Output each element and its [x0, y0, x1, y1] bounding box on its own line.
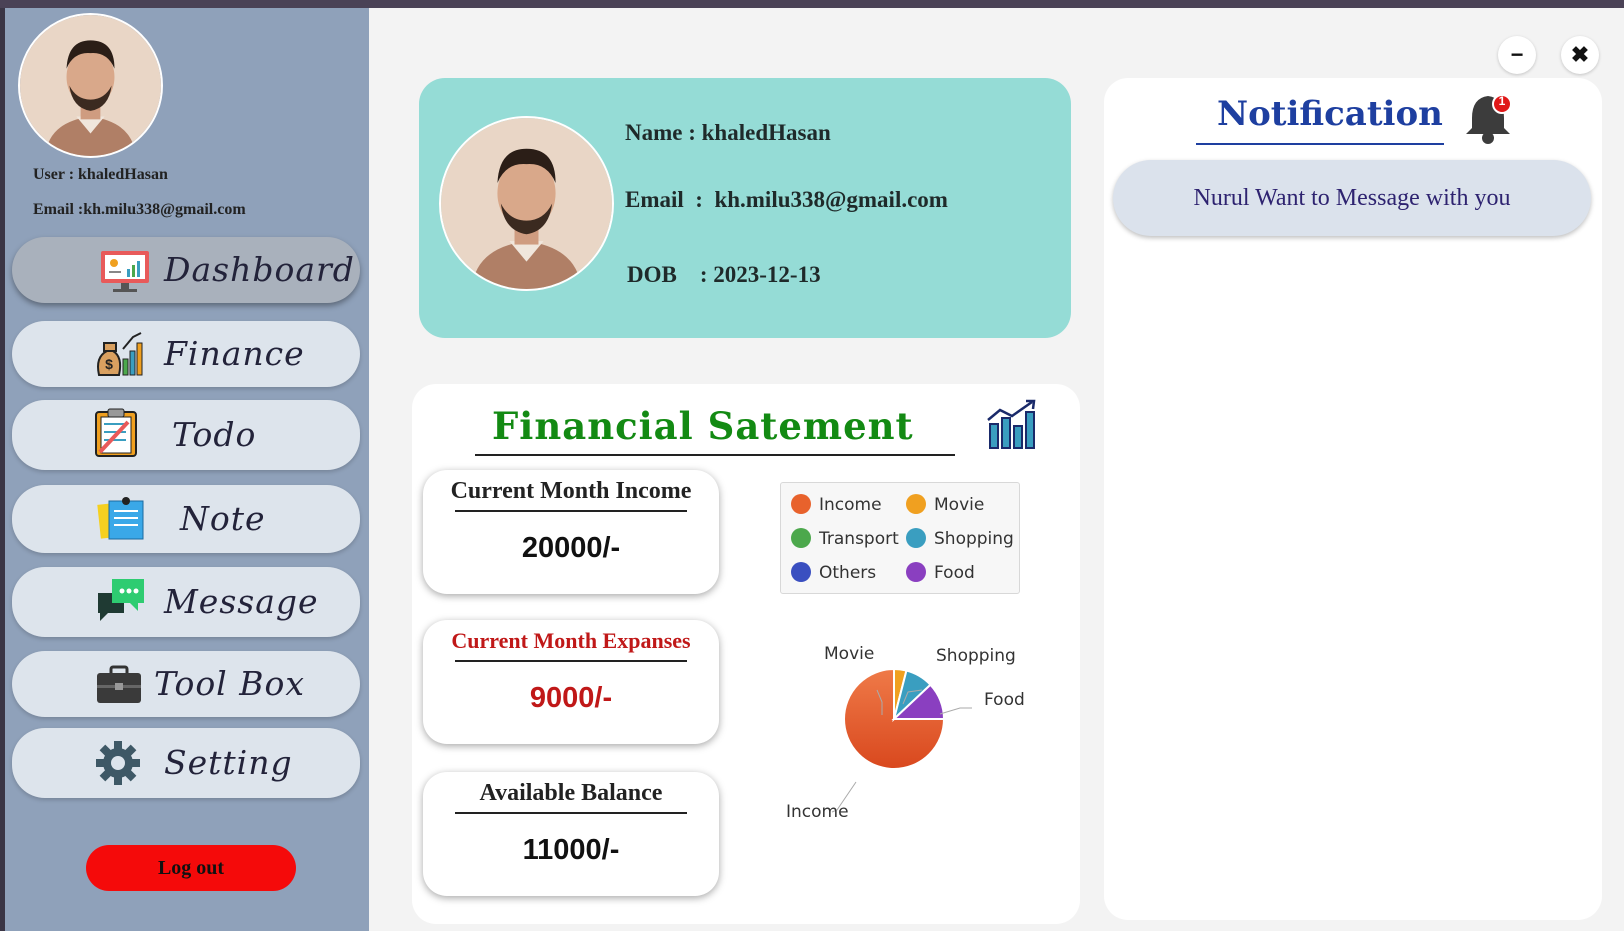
profile-photo [441, 118, 612, 289]
logout-button[interactable]: Log out [86, 845, 296, 891]
sidebar-item-label: Setting [164, 743, 293, 782]
todo-icon [90, 408, 142, 458]
close-button[interactable]: ✖ [1561, 36, 1599, 74]
profile-email: Email : kh.milu338@gmail.com [625, 187, 948, 212]
sidebar-item-dashboard[interactable]: Dashboard [12, 237, 360, 303]
profile-card: Name : khaledHasan Email : kh.milu338@gm… [419, 78, 1071, 338]
pie-label-movie: Movie [824, 644, 875, 664]
notification-item[interactable]: Nurul Want to Message with you [1113, 160, 1591, 236]
sidebar-item-toolbox[interactable]: Tool Box [12, 651, 360, 717]
toolbox-icon [93, 659, 145, 709]
title-bar [0, 0, 1624, 8]
profile-name: Name : khaledHasan [625, 120, 831, 145]
sidebar-item-todo[interactable]: Todo [12, 400, 360, 470]
pie-label-income: Income [786, 802, 849, 822]
note-icon [97, 493, 149, 543]
finance-icon: $ [93, 329, 145, 379]
svg-text:$: $ [105, 356, 113, 372]
sidebar-item-label: Message [164, 582, 319, 621]
avatar [439, 116, 614, 291]
profile-photo [20, 15, 161, 156]
financial-statement-panel: Financial Satement Current Month Income … [412, 384, 1080, 924]
sidebar: User : khaledHasan Email :kh.milu338@gma… [5, 8, 369, 931]
title-underline [1196, 143, 1444, 145]
sidebar-item-setting[interactable]: Setting [12, 728, 360, 798]
profile-dob: DOB : 2023-12-13 [627, 262, 821, 287]
gear-icon [92, 738, 144, 788]
sidebar-item-label: Dashboard [164, 250, 355, 289]
minimize-button[interactable]: − [1498, 36, 1536, 74]
avatar [18, 13, 163, 158]
sidebar-user-name: User : khaledHasan [33, 166, 168, 183]
sidebar-item-label: Tool Box [154, 664, 305, 703]
dashboard-icon [99, 245, 151, 295]
sidebar-item-label: Note [180, 499, 266, 538]
sidebar-item-note[interactable]: Note [12, 485, 360, 553]
pie-label-food: Food [984, 690, 1025, 710]
notification-badge: 1 [1498, 94, 1506, 108]
message-icon [96, 575, 148, 625]
notification-panel: Notification 1 Nurul Want to Message wit… [1104, 78, 1602, 920]
sidebar-item-label: Todo [172, 415, 257, 454]
sidebar-user-email: Email :kh.milu338@gmail.com [33, 201, 246, 218]
sidebar-item-label: Finance [164, 334, 305, 373]
notification-title: Notification [1217, 94, 1443, 134]
sidebar-item-finance[interactable]: $ Finance [12, 321, 360, 387]
bell-icon[interactable]: 1 [1462, 90, 1518, 146]
pie-label-shopping: Shopping [936, 646, 1016, 666]
sidebar-item-message[interactable]: Message [12, 567, 360, 637]
